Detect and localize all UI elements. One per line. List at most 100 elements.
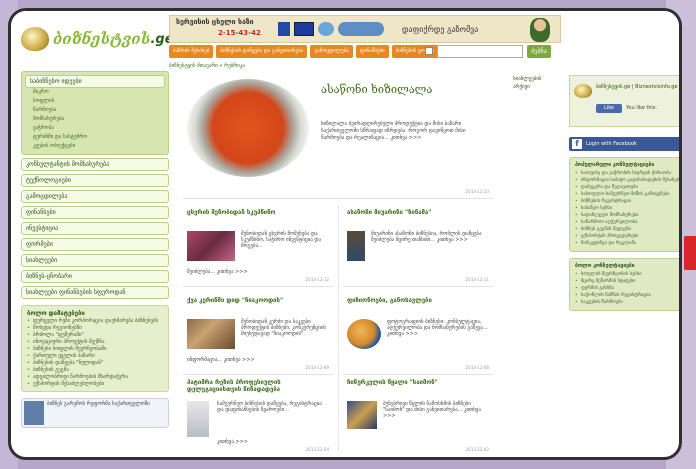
consultation-link[interactable]: დაბეგვრა და შეღავათები bbox=[573, 185, 679, 191]
article-thumbnail[interactable] bbox=[347, 401, 377, 429]
consultation-link[interactable]: საბანკო სესხი bbox=[573, 206, 679, 212]
latest-addition-link[interactable]: ფურცელი რეზი კორპორაცია დაეხმარება ბიზნე… bbox=[25, 318, 165, 325]
article-title[interactable]: ცხვრის შენობიდან სკუპწინო bbox=[187, 209, 331, 216]
article-title[interactable]: ასაწონი მიუარინი "ზინამა" bbox=[347, 209, 491, 216]
sidebar-item[interactable]: კონსულტანტის მომსახურება bbox=[21, 158, 169, 171]
featured-article: ასაწონი ხიზილალა ხიზილალა ძვირადღირებული… bbox=[183, 71, 493, 199]
sidebar-subitem[interactable]: ვაჭრობა bbox=[25, 124, 165, 133]
nav-item[interactable]: ბიზნესის დაწყება და განვითარება bbox=[216, 45, 308, 58]
breadcrumb[interactable]: ბიზნესტვის მთავარი » რუბრიკა bbox=[169, 63, 245, 69]
sidebar-item[interactable]: სიახლეები bbox=[21, 254, 169, 267]
sidebar-subitem[interactable]: მიკრო bbox=[25, 88, 165, 97]
latest-addition-link[interactable]: ადგილობრივი წარმოების მხარდაჭერა bbox=[25, 374, 165, 381]
article-thumbnail[interactable] bbox=[187, 401, 209, 437]
nav-item[interactable]: ფინანსები bbox=[355, 45, 389, 58]
article-thumbnail[interactable] bbox=[347, 231, 365, 261]
consultation-link[interactable]: ფერმის გახსნა bbox=[573, 286, 679, 292]
article-card: ფიზიონოები, განოსავლები ფოტოგრაფიის ბიზნ… bbox=[343, 295, 493, 375]
latest-addition-link[interactable]: ექსპორტის შესაძლებლობები bbox=[25, 381, 165, 388]
sidebar-subitem[interactable]: კვების ობიექტები bbox=[25, 142, 165, 151]
sidebar-item[interactable]: ფინანსები bbox=[21, 206, 169, 219]
latest-addition-link[interactable]: ბიზნესის დაწყება "ნულიდან" bbox=[25, 360, 165, 367]
consultation-link[interactable]: მცირე მეწარმის სტატუსი bbox=[573, 279, 679, 285]
partner-logo-icon bbox=[278, 22, 290, 36]
main-nav: ბაზრის შესახებ ბიზნესის დაწყება და განვი… bbox=[169, 45, 438, 58]
consultation-link[interactable]: საოფისე და ვაჭრობის სივრცის ქირაობა bbox=[573, 171, 679, 177]
news-archive-sub[interactable]: არქივი bbox=[513, 83, 563, 91]
site-frame: ბიზნესტვის .ge სერვისის ცხელი ხაზი 2-15-… bbox=[8, 8, 682, 460]
featured-title[interactable]: ასაწონი ხიზილალა bbox=[321, 83, 432, 96]
facebook-login-button[interactable]: f Login with Facebook bbox=[569, 137, 679, 151]
consultation-link[interactable]: საქონლის ნიშნის რეგისტრაცია bbox=[573, 293, 679, 299]
sidebar-item[interactable]: ტექნოლოგიები bbox=[21, 174, 169, 187]
consultation-link[interactable]: მარკეტინგი და რეკლამა bbox=[573, 241, 679, 247]
nav-item[interactable]: გამოცდილება bbox=[310, 45, 353, 58]
promo-thumbnail bbox=[24, 401, 44, 425]
latest-addition-link[interactable]: ბიზნესი სოფლის მეურნეობაში bbox=[25, 346, 165, 353]
search-input[interactable] bbox=[437, 45, 523, 58]
consultation-link[interactable]: საკვების წარმოება bbox=[573, 300, 679, 306]
sidebar-item[interactable]: ინვესტიცია bbox=[21, 222, 169, 235]
facebook-like-box: ბიზნესტვის.ge | Biznestvisinfo.ge Like Y… bbox=[569, 75, 679, 127]
latest-consultations-title: ბოლო კონსულტაციები bbox=[575, 263, 635, 269]
article-more-link[interactable]: შეიძლება... კითხვა >>> bbox=[187, 269, 297, 275]
featured-text: ხიზილალა ძვირადღირებული პროდუქტია და მის… bbox=[321, 121, 466, 141]
search-option-checkbox[interactable] bbox=[425, 47, 433, 55]
article-date: 2013-12-06 bbox=[465, 365, 489, 370]
article-more-link[interactable]: ინფორმაცია... კითხვა >>> bbox=[187, 357, 297, 363]
logo-emblem-icon bbox=[21, 27, 49, 51]
consultation-link[interactable]: ბიზნეს გეგმის შედგენა bbox=[573, 227, 679, 233]
consultation-link[interactable]: სადაზღვევო მომსახურება bbox=[573, 213, 679, 219]
article-more-link[interactable]: კითხვა >>> bbox=[217, 439, 327, 445]
article-thumbnail[interactable] bbox=[187, 231, 235, 261]
article-excerpt: შენობიდან კერძი და საკვები პროდუქტის ბიზ… bbox=[241, 319, 327, 337]
consultation-link[interactable]: საწარმოო აღჭურვილობა bbox=[573, 220, 679, 226]
sidebar-subitem[interactable]: ტურიზმი და სასტუმრო bbox=[25, 133, 165, 142]
right-sidebar: ბიზნესტვის.ge | Biznestvisinfo.ge Like Y… bbox=[569, 75, 679, 455]
news-archive-label[interactable]: სიახლეების bbox=[513, 75, 563, 83]
article-thumbnail[interactable] bbox=[187, 319, 235, 349]
sidebar-subitem[interactable]: წარმოება bbox=[25, 106, 165, 115]
article-card: ცხვრის შენობიდან სკუპწინო შენობიდან ცხვრ… bbox=[183, 207, 333, 287]
header-banner[interactable]: სერვისის ცხელი ხაზი 2-15-43-42 დაფიქრდე … bbox=[169, 15, 561, 43]
latest-addition-link[interactable]: მოხვდა რეგიონებში bbox=[25, 325, 165, 332]
article-title[interactable]: პატიმრა რეზის პროფესიულის დელეგაციისთვის… bbox=[187, 379, 331, 393]
sidebar-item[interactable]: ბიზნეს-ცნობარი bbox=[21, 270, 169, 283]
latest-addition-link[interactable]: ინოვაციური პროექტის შექმნა bbox=[25, 339, 165, 346]
latest-addition-link[interactable]: ბრძოლა "ფუშურაში" bbox=[25, 332, 165, 339]
hotline-label: სერვისის ცხელი ხაზი bbox=[176, 18, 254, 26]
feedback-tab[interactable] bbox=[684, 236, 696, 270]
sidebar-item[interactable]: სიახლეები ფინანსების სფეროდან bbox=[21, 286, 169, 299]
consultation-link[interactable]: სასოფლო-სამეურნეო მიწის გამოყენება bbox=[573, 192, 679, 198]
consultation-link[interactable]: ინფორმაცია საბაჟო გადასახადების შესახებ bbox=[573, 178, 679, 184]
sidebar-item[interactable]: ფორმები bbox=[21, 238, 169, 251]
article-thumbnail[interactable] bbox=[347, 319, 381, 349]
article-card: ჩინურკვლის წყალი "საიმონ" ბუნებრივი წყლი… bbox=[343, 377, 493, 452]
sidebar-item[interactable]: გამოცდილება bbox=[21, 190, 169, 203]
article-title[interactable]: ქვა კერინში დიდ "ჩიაკოოდის" bbox=[187, 297, 331, 304]
facebook-like-button[interactable]: Like bbox=[596, 104, 622, 113]
sidebar-category-head[interactable]: საბიზნესო იდეები bbox=[25, 75, 165, 88]
sidebar-subitem[interactable]: სოფლის bbox=[25, 97, 165, 106]
site-logo[interactable]: ბიზნესტვის .ge bbox=[21, 27, 174, 51]
search-button[interactable]: ძებნა bbox=[527, 45, 551, 58]
article-excerpt: ბუნებრივი წყლის ჩამოსხმის ბიზნესი "საიმო… bbox=[383, 401, 481, 419]
latest-addition-link[interactable]: ქართული ყველის ბაზარი bbox=[25, 353, 165, 360]
sidebar-promo[interactable]: ბიზნეს გარემოს რეფორმა საქართველოში bbox=[21, 398, 169, 428]
featured-date: 2013-12-23 bbox=[465, 189, 489, 194]
article-card: პატიმრა რეზის პროფესიულის დელეგაციისთვის… bbox=[183, 377, 333, 452]
sidebar-subitem[interactable]: მომსახურება bbox=[25, 115, 165, 124]
article-title[interactable]: ჩინურკვლის წყალი "საიმონ" bbox=[347, 379, 491, 386]
nav-item[interactable]: ბაზრის შესახებ bbox=[169, 45, 214, 58]
un-logo-icon bbox=[318, 22, 334, 36]
article-title[interactable]: ფიზიონოები, განოსავლები bbox=[347, 297, 491, 304]
facebook-page-name[interactable]: ბიზნესტვის.ge | Biznestvisinfo.ge bbox=[596, 84, 679, 90]
article-date: 2013-12-12 bbox=[305, 277, 329, 282]
consultation-link[interactable]: სოფლის მეურნეობის სესხი bbox=[573, 272, 679, 278]
consultation-link[interactable]: ბიზნესის რეგისტრაცია bbox=[573, 199, 679, 205]
latest-additions-title: ბოლო დამატებები bbox=[27, 310, 85, 317]
featured-image-caviar[interactable] bbox=[187, 79, 309, 177]
consultation-link[interactable]: ექსპორტის პროცედურები bbox=[573, 234, 679, 240]
latest-addition-link[interactable]: ბიზნესის გეგმა bbox=[25, 367, 165, 374]
popular-consultations-box: პოპულარული კონსულტაციები საოფისე და ვაჭრ… bbox=[569, 157, 679, 252]
